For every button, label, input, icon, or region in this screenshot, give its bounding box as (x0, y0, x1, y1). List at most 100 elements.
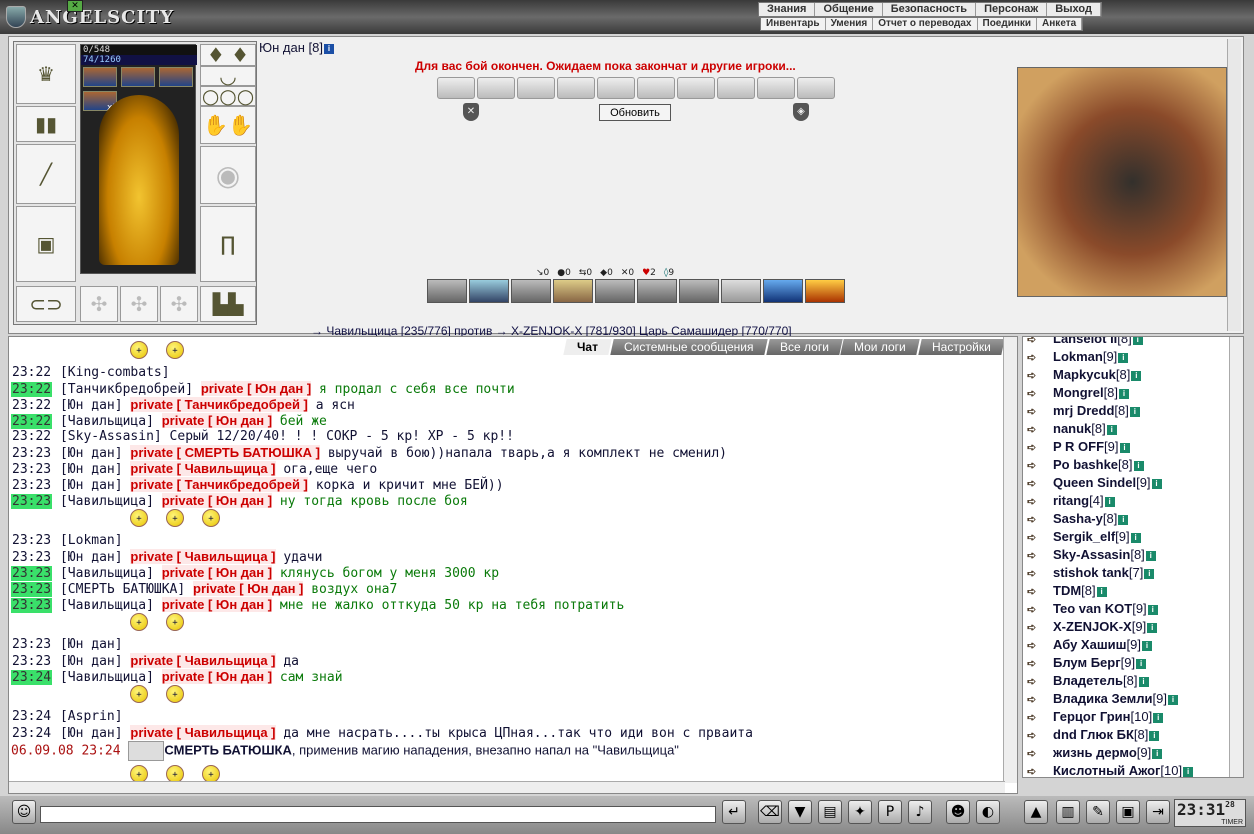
nav-primary-item[interactable]: Безопасность (883, 3, 977, 16)
info-icon[interactable]: i (1152, 748, 1163, 759)
user-list-item[interactable]: ➪ Владетель[8] i (1027, 673, 1193, 691)
info-icon[interactable]: i (1138, 676, 1149, 687)
skill-icon[interactable] (805, 279, 845, 303)
user-name[interactable]: Sasha-y (1053, 511, 1103, 526)
user-name[interactable]: P R OFF (1053, 439, 1104, 454)
user-name[interactable]: nanuk (1053, 421, 1091, 436)
user-name[interactable]: Teo van KOT (1053, 601, 1132, 616)
pants-icon[interactable]: ∏ (200, 206, 256, 282)
info-icon[interactable]: i (1106, 424, 1117, 435)
skill-icon[interactable] (763, 279, 803, 303)
private-tag[interactable]: private [ СМЕРТЬ БАТЮШКА ] (130, 445, 320, 460)
message-author[interactable]: King-combats (68, 365, 162, 380)
tab[interactable]: Мои логи (840, 339, 920, 355)
message-author[interactable]: Юн дан (68, 446, 115, 461)
user-name[interactable]: Po bashke (1053, 457, 1118, 472)
message-author[interactable]: СМЕРТЬ БАТЮШКА (68, 582, 178, 597)
message-author[interactable]: Чавильщица (68, 670, 146, 685)
scroll-slot[interactable] (597, 77, 635, 99)
info-icon[interactable]: i (1104, 496, 1115, 507)
info-icon[interactable]: i (1145, 550, 1156, 561)
user-list-item[interactable]: ➪ nanuk[8] i (1027, 421, 1193, 439)
smiley-icon[interactable]: + (130, 509, 148, 527)
whisper-arrow-icon[interactable]: ➪ (1027, 657, 1053, 670)
chat-input[interactable] (40, 806, 716, 823)
save-icon[interactable]: ▤ (818, 800, 842, 824)
belt-icon[interactable]: ⊂⊃ (16, 286, 76, 322)
user-name[interactable]: Абу Хашиш (1053, 637, 1126, 652)
info-icon[interactable]: i (1119, 442, 1130, 453)
private-icon[interactable]: P (878, 800, 902, 824)
user-list-item[interactable]: ➪ Sasha-y[8] i (1027, 511, 1193, 529)
sound-icon[interactable]: ◐ (976, 800, 1000, 824)
users-scrollbar[interactable] (1229, 337, 1243, 777)
whisper-arrow-icon[interactable]: ➪ (1027, 441, 1053, 454)
whisper-arrow-icon[interactable]: ➪ (1027, 459, 1053, 472)
whisper-arrow-icon[interactable]: ➪ (1027, 531, 1053, 544)
info-icon[interactable]: i (1096, 586, 1107, 597)
scroll-slot[interactable] (677, 77, 715, 99)
message-author[interactable]: Чавильщица (68, 414, 146, 429)
whisper-arrow-icon[interactable]: ➪ (1027, 477, 1053, 490)
user-list-item[interactable]: ➪ жизнь дермо[9] i (1027, 745, 1193, 763)
empty-slot-icon[interactable]: ✣ (80, 286, 118, 322)
info-icon[interactable]: i (1153, 712, 1164, 723)
chat-mode-icon[interactable]: ☺ (12, 800, 36, 824)
skill-icon[interactable] (553, 279, 593, 303)
message-author[interactable]: Lokman (68, 533, 115, 548)
whisper-arrow-icon[interactable]: ➪ (1027, 585, 1053, 598)
user-name[interactable]: Владетель (1053, 673, 1123, 688)
smiley-icon[interactable]: + (130, 341, 148, 359)
user-list-item[interactable]: ➪ Абу Хашиш[9] i (1027, 637, 1193, 655)
skill-icon[interactable] (511, 279, 551, 303)
scroll-slot[interactable] (797, 77, 835, 99)
flag-icon[interactable]: ✕ (67, 0, 83, 12)
gloves-icon[interactable]: ✋✋ (200, 106, 256, 144)
message-author[interactable]: Юн дан (68, 462, 115, 477)
tab[interactable]: Системные сообщения (610, 339, 768, 355)
whisper-arrow-icon[interactable]: ➪ (1027, 567, 1053, 580)
armor-icon[interactable]: ▣ (16, 206, 76, 282)
message-author[interactable]: Юн дан (68, 398, 115, 413)
info-icon[interactable]: i (1133, 460, 1144, 471)
whisper-arrow-icon[interactable]: ➪ (1027, 351, 1053, 364)
whisper-arrow-icon[interactable]: ➪ (1027, 621, 1053, 634)
user-list-item[interactable]: ➪ Sky-Assasin[8] i (1027, 547, 1193, 565)
user-name[interactable]: stishok tank (1053, 565, 1129, 580)
lock-icon[interactable]: ▣ (1116, 800, 1140, 824)
message-author[interactable]: Танчикбредобрей (68, 382, 185, 397)
filter-icon[interactable]: ▼ (788, 800, 812, 824)
message-time[interactable]: 23:23 (11, 598, 53, 613)
user-list-item[interactable]: ➪ mrj Dredd[8] i (1027, 403, 1193, 421)
nav-secondary-item[interactable]: Умения (826, 18, 874, 30)
message-time[interactable]: 23:23 (11, 533, 52, 548)
info-icon[interactable]: i (1183, 766, 1194, 777)
scroll-slot[interactable] (717, 77, 755, 99)
whisper-arrow-icon[interactable]: ➪ (1027, 549, 1053, 562)
user-list-item[interactable]: ➪ Блум Берг[9] i (1027, 655, 1193, 673)
smiley-icon[interactable]: + (202, 509, 220, 527)
scroll-slot[interactable] (637, 77, 675, 99)
info-icon[interactable]: i (1149, 730, 1160, 741)
exit-icon[interactable]: ⇥ (1146, 800, 1170, 824)
private-tag[interactable]: private [ Юн дан ] (161, 413, 273, 428)
skill-icon[interactable] (679, 279, 719, 303)
message-time[interactable]: 23:23 (11, 478, 52, 493)
nav-secondary-item[interactable]: Инвентарь (761, 18, 826, 30)
private-tag[interactable]: private [ Юн дан ] (161, 597, 273, 612)
user-name[interactable]: Lokman (1053, 349, 1103, 364)
quest-icon[interactable]: ✎ (1086, 800, 1110, 824)
info-icon[interactable]: i (1136, 658, 1147, 669)
scroll-slot[interactable] (557, 77, 595, 99)
whisper-arrow-icon[interactable]: ➪ (1027, 603, 1053, 616)
user-list-item[interactable]: ➪ Teo van KOT[9] i (1027, 601, 1193, 619)
message-author[interactable]: Юн дан (68, 550, 115, 565)
user-name[interactable]: ritang (1053, 493, 1089, 508)
info-icon[interactable]: i (1151, 478, 1162, 489)
chat-hscrollbar[interactable] (9, 781, 1005, 793)
buff-icon[interactable] (159, 67, 193, 87)
message-author[interactable]: Юн дан (68, 726, 115, 741)
amulet-icon[interactable]: ◡ (200, 64, 256, 88)
user-list-item[interactable]: ➪ Mapkycuk[8] i (1027, 367, 1193, 385)
tab[interactable]: Все логи (765, 339, 843, 355)
